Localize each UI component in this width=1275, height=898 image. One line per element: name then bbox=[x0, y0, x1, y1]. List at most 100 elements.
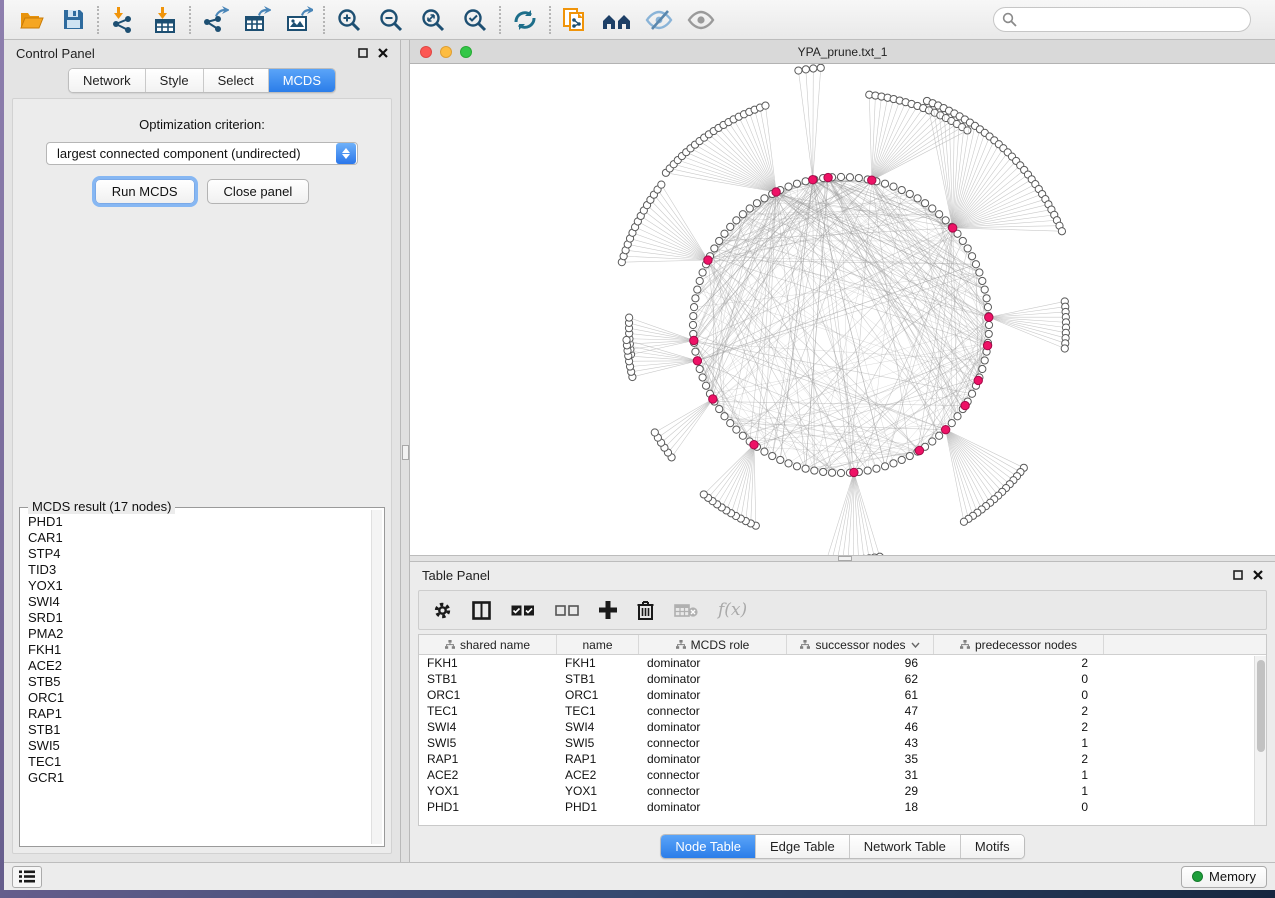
ring-node[interactable] bbox=[690, 312, 697, 319]
cell-successor-nodes[interactable]: 46 bbox=[787, 720, 934, 734]
mcds-hub-node[interactable] bbox=[983, 341, 991, 349]
ring-node[interactable] bbox=[981, 286, 988, 293]
export-image-icon[interactable] bbox=[278, 3, 320, 37]
leaf-node[interactable] bbox=[651, 429, 658, 436]
scrollbar-thumb[interactable] bbox=[1257, 660, 1265, 752]
ring-node[interactable] bbox=[777, 456, 784, 463]
delete-column-icon[interactable] bbox=[637, 600, 654, 620]
ring-node[interactable] bbox=[846, 174, 853, 181]
ring-node[interactable] bbox=[985, 330, 992, 337]
ring-node[interactable] bbox=[890, 183, 897, 190]
table-row[interactable]: SWI4SWI4dominator462 bbox=[419, 719, 1266, 735]
cell-MCDS-role[interactable]: connector bbox=[639, 768, 787, 782]
ring-node[interactable] bbox=[753, 200, 760, 207]
ring-node[interactable] bbox=[721, 230, 728, 237]
table-row[interactable]: PHD1PHD1dominator180 bbox=[419, 799, 1266, 815]
cell-successor-nodes[interactable]: 47 bbox=[787, 704, 934, 718]
ring-node[interactable] bbox=[820, 468, 827, 475]
table-row[interactable]: RAP1RAP1dominator352 bbox=[419, 751, 1266, 767]
cell-shared-name[interactable]: RAP1 bbox=[419, 752, 557, 766]
run-mcds-button[interactable]: Run MCDS bbox=[95, 179, 195, 204]
ring-node[interactable] bbox=[985, 321, 992, 328]
search-input[interactable] bbox=[1022, 12, 1242, 27]
cell-MCDS-role[interactable]: connector bbox=[639, 784, 787, 798]
cell-shared-name[interactable]: SWI4 bbox=[419, 720, 557, 734]
ring-node[interactable] bbox=[828, 469, 835, 476]
cell-successor-nodes[interactable]: 35 bbox=[787, 752, 934, 766]
panel-splitter-vertical[interactable] bbox=[400, 40, 410, 862]
float-panel-icon[interactable] bbox=[358, 48, 368, 58]
leaf-node[interactable] bbox=[964, 127, 971, 134]
tab-edge-table[interactable]: Edge Table bbox=[756, 835, 850, 858]
leaf-node[interactable] bbox=[762, 102, 769, 109]
cell-MCDS-role[interactable]: dominator bbox=[639, 656, 787, 670]
deselect-all-checks-icon[interactable] bbox=[555, 605, 579, 616]
ring-node[interactable] bbox=[898, 186, 905, 193]
ring-node[interactable] bbox=[733, 217, 740, 224]
float-panel-icon[interactable] bbox=[1233, 570, 1243, 580]
mcds-hub-node[interactable] bbox=[961, 401, 969, 409]
table-row[interactable]: FKH1FKH1dominator962 bbox=[419, 655, 1266, 671]
result-node[interactable]: PHD1 bbox=[28, 514, 370, 530]
close-panel-icon[interactable] bbox=[1253, 570, 1263, 580]
ring-node[interactable] bbox=[785, 183, 792, 190]
ring-node[interactable] bbox=[711, 245, 718, 252]
ring-node[interactable] bbox=[936, 432, 943, 439]
mcds-hub-node[interactable] bbox=[974, 376, 982, 384]
result-node[interactable]: STB5 bbox=[28, 674, 370, 690]
leaf-node[interactable] bbox=[795, 67, 802, 74]
leaf-node[interactable] bbox=[817, 64, 824, 71]
import-network-icon[interactable] bbox=[102, 3, 144, 37]
leaf-node[interactable] bbox=[658, 181, 665, 188]
node-table[interactable]: shared namenameMCDS rolesuccessor nodesp… bbox=[418, 634, 1267, 826]
ring-node[interactable] bbox=[694, 286, 701, 293]
network-graph[interactable] bbox=[410, 64, 1275, 555]
ring-node[interactable] bbox=[929, 205, 936, 212]
zoom-fit-icon[interactable] bbox=[412, 3, 454, 37]
ring-node[interactable] bbox=[921, 200, 928, 207]
cell-predecessor-nodes[interactable]: 1 bbox=[934, 784, 1104, 798]
cell-predecessor-nodes[interactable]: 0 bbox=[934, 672, 1104, 686]
cell-shared-name[interactable]: STB1 bbox=[419, 672, 557, 686]
cell-predecessor-nodes[interactable]: 2 bbox=[934, 752, 1104, 766]
ring-node[interactable] bbox=[716, 237, 723, 244]
show-columns-icon[interactable] bbox=[472, 601, 491, 620]
ring-node[interactable] bbox=[761, 448, 768, 455]
result-list-scrollbar[interactable] bbox=[371, 510, 382, 844]
ring-node[interactable] bbox=[864, 467, 871, 474]
table-row[interactable]: ORC1ORC1dominator610 bbox=[419, 687, 1266, 703]
cell-successor-nodes[interactable]: 18 bbox=[787, 800, 934, 814]
ring-node[interactable] bbox=[699, 374, 706, 381]
cell-name[interactable]: TEC1 bbox=[557, 704, 639, 718]
ring-node[interactable] bbox=[983, 295, 990, 302]
result-node[interactable]: CAR1 bbox=[28, 530, 370, 546]
table-row[interactable]: STB1STB1dominator620 bbox=[419, 671, 1266, 687]
ring-node[interactable] bbox=[936, 211, 943, 218]
mcds-hub-node[interactable] bbox=[868, 176, 876, 184]
memory-button[interactable]: Memory bbox=[1181, 866, 1267, 888]
cell-shared-name[interactable]: TEC1 bbox=[419, 704, 557, 718]
add-column-icon[interactable] bbox=[599, 601, 617, 619]
table-scrollbar[interactable] bbox=[1254, 656, 1266, 825]
ring-node[interactable] bbox=[906, 452, 913, 459]
export-network-icon[interactable] bbox=[194, 3, 236, 37]
cell-shared-name[interactable]: ORC1 bbox=[419, 688, 557, 702]
tab-style[interactable]: Style bbox=[146, 69, 204, 92]
result-node[interactable]: RAP1 bbox=[28, 706, 370, 722]
ring-node[interactable] bbox=[785, 460, 792, 467]
cell-name[interactable]: PHD1 bbox=[557, 800, 639, 814]
ring-node[interactable] bbox=[914, 195, 921, 202]
ring-node[interactable] bbox=[942, 217, 949, 224]
cell-name[interactable]: ORC1 bbox=[557, 688, 639, 702]
ring-node[interactable] bbox=[727, 420, 734, 427]
mcds-hub-node[interactable] bbox=[704, 256, 712, 264]
column-header-MCDS-role[interactable]: MCDS role bbox=[639, 635, 787, 654]
zoom-selected-icon[interactable] bbox=[454, 3, 496, 37]
ring-node[interactable] bbox=[793, 180, 800, 187]
export-table-icon[interactable] bbox=[236, 3, 278, 37]
mcds-hub-node[interactable] bbox=[690, 336, 698, 344]
close-panel-button[interactable]: Close panel bbox=[207, 179, 310, 204]
column-header-successor-nodes[interactable]: successor nodes bbox=[787, 635, 934, 654]
result-node[interactable]: YOX1 bbox=[28, 578, 370, 594]
ring-node[interactable] bbox=[702, 382, 709, 389]
